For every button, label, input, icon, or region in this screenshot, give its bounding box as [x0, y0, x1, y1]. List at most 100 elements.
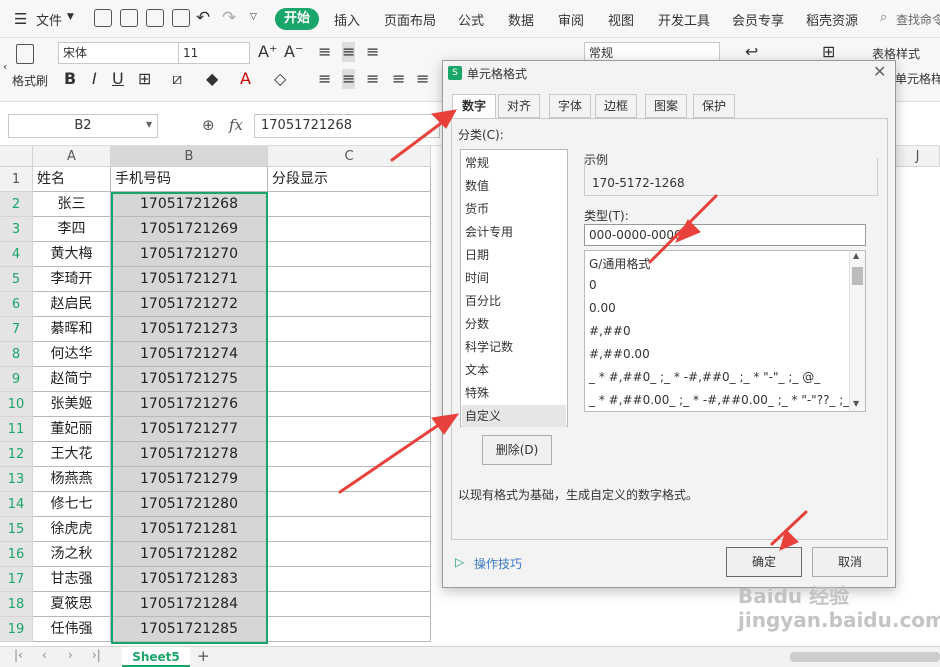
- cell-segment[interactable]: [268, 267, 431, 292]
- underline-icon[interactable]: U: [112, 69, 124, 89]
- tab-border[interactable]: 边框: [595, 94, 637, 118]
- cell-header-segment[interactable]: 分段显示: [268, 167, 431, 192]
- cell-header-name[interactable]: 姓名: [33, 167, 111, 192]
- cell-name[interactable]: 夏筱思: [33, 592, 111, 617]
- undo-icon[interactable]: ↶: [196, 8, 210, 28]
- export-pdf-icon[interactable]: [120, 9, 138, 27]
- file-menu[interactable]: 文件: [36, 10, 62, 29]
- cell-style-label[interactable]: 单元格样: [895, 70, 940, 87]
- category-item[interactable]: 自定义: [462, 405, 566, 427]
- row-header[interactable]: 6: [0, 292, 33, 317]
- cell-segment[interactable]: [268, 617, 431, 642]
- font-name-select[interactable]: 宋体: [58, 42, 180, 64]
- print-preview-icon[interactable]: [172, 9, 190, 27]
- ok-button[interactable]: 确定: [726, 547, 802, 577]
- tab-review[interactable]: 审阅: [558, 10, 584, 29]
- cell-name[interactable]: 汤之秋: [33, 542, 111, 567]
- row-header[interactable]: 15: [0, 517, 33, 542]
- row-header[interactable]: 10: [0, 392, 33, 417]
- tab-page-layout[interactable]: 页面布局: [384, 10, 436, 29]
- row-header[interactable]: 11: [0, 417, 33, 442]
- format-type-item[interactable]: _ * #,##0.00_ ;_ * -#,##0.00_ ;_ * "-"??…: [589, 393, 865, 407]
- chevron-down-icon[interactable]: ▼: [146, 120, 152, 129]
- cell-segment[interactable]: [268, 417, 431, 442]
- category-item[interactable]: 分数: [465, 313, 489, 335]
- cell-name[interactable]: 李四: [33, 217, 111, 242]
- row-header[interactable]: 13: [0, 467, 33, 492]
- cell-name[interactable]: 綦晖和: [33, 317, 111, 342]
- column-header-c[interactable]: C: [268, 146, 431, 167]
- cell-name[interactable]: 张美姬: [33, 392, 111, 417]
- more-icon[interactable]: ▽: [250, 12, 257, 22]
- format-painter-label[interactable]: 格式刷: [12, 72, 48, 89]
- tab-alignment[interactable]: 对齐: [498, 94, 540, 118]
- category-item[interactable]: 特殊: [465, 382, 489, 404]
- paste-icon[interactable]: [16, 44, 34, 64]
- row-header[interactable]: 16: [0, 542, 33, 567]
- align-right-icon[interactable]: ≡: [366, 69, 379, 89]
- cell-phone[interactable]: 17051721285: [111, 617, 268, 642]
- cell-phone[interactable]: 17051721270: [111, 242, 268, 267]
- category-list[interactable]: 常规 数值 货币 会计专用 日期 时间 百分比 分数 科学记数 文本 特殊 自定义: [460, 149, 568, 427]
- align-bottom-icon[interactable]: ≡: [366, 42, 379, 62]
- cell-segment[interactable]: [268, 542, 431, 567]
- cell-name[interactable]: 徐虎虎: [33, 517, 111, 542]
- align-center-icon[interactable]: ≡: [342, 69, 356, 89]
- row-header[interactable]: 9: [0, 367, 33, 392]
- select-all-corner[interactable]: [0, 146, 33, 167]
- italic-icon[interactable]: I: [92, 69, 97, 89]
- name-box[interactable]: B2: [8, 114, 158, 138]
- row-header[interactable]: 14: [0, 492, 33, 517]
- cell-name[interactable]: 修七七: [33, 492, 111, 517]
- cell-phone[interactable]: 17051721282: [111, 542, 268, 567]
- sheet-tab[interactable]: Sheet5: [122, 647, 190, 667]
- cell-segment[interactable]: [268, 242, 431, 267]
- scroll-up-icon[interactable]: ▲: [853, 251, 859, 260]
- redo-icon[interactable]: ↷: [222, 8, 236, 28]
- category-item[interactable]: 百分比: [465, 290, 501, 312]
- cell-segment[interactable]: [268, 492, 431, 517]
- format-type-item[interactable]: G/通用格式: [589, 255, 650, 272]
- row-header[interactable]: 12: [0, 442, 33, 467]
- cell-segment[interactable]: [268, 317, 431, 342]
- distributed-icon[interactable]: ≡: [416, 69, 429, 89]
- column-header-j[interactable]: J: [896, 146, 940, 167]
- cell-phone[interactable]: 17051721281: [111, 517, 268, 542]
- format-type-item[interactable]: 0: [589, 278, 597, 292]
- increase-font-icon[interactable]: A⁺: [258, 42, 277, 62]
- cell-name[interactable]: 董妃丽: [33, 417, 111, 442]
- format-type-item[interactable]: #,##0: [589, 324, 631, 338]
- scroll-down-icon[interactable]: ▼: [853, 399, 859, 408]
- tab-member[interactable]: 会员专享: [732, 10, 784, 29]
- cell-phone[interactable]: 17051721274: [111, 342, 268, 367]
- category-item[interactable]: 科学记数: [465, 336, 513, 358]
- row-header[interactable]: 4: [0, 242, 33, 267]
- save-icon[interactable]: [94, 9, 112, 27]
- add-sheet-icon[interactable]: +: [197, 647, 210, 665]
- tips-icon[interactable]: ▷: [455, 555, 464, 569]
- decrease-font-icon[interactable]: A⁻: [284, 42, 303, 62]
- cell-name[interactable]: 杨燕燕: [33, 467, 111, 492]
- formula-input[interactable]: 17051721268: [254, 114, 440, 138]
- type-input[interactable]: 000-0000-0000: [584, 224, 866, 246]
- clear-icon[interactable]: ◇: [274, 69, 286, 89]
- cell-segment[interactable]: [268, 442, 431, 467]
- chevron-left-icon[interactable]: ‹: [3, 60, 7, 73]
- tab-font[interactable]: 字体: [549, 94, 591, 118]
- hamburger-icon[interactable]: ☰: [14, 10, 27, 28]
- cell-segment[interactable]: [268, 567, 431, 592]
- cancel-button[interactable]: 取消: [812, 547, 888, 577]
- align-left-icon[interactable]: ≡: [318, 69, 331, 89]
- tab-protection[interactable]: 保护: [693, 94, 735, 118]
- cell-phone[interactable]: 17051721269: [111, 217, 268, 242]
- cell-name[interactable]: 张三: [33, 192, 111, 217]
- tab-pattern[interactable]: 图案: [645, 94, 687, 118]
- category-item[interactable]: 数值: [465, 175, 489, 197]
- cell-phone[interactable]: 17051721278: [111, 442, 268, 467]
- cell-segment[interactable]: [268, 517, 431, 542]
- fx-icon[interactable]: fx: [229, 116, 243, 134]
- category-item[interactable]: 日期: [465, 244, 489, 266]
- scroll-thumb[interactable]: [852, 267, 863, 285]
- cell-name[interactable]: 赵简宁: [33, 367, 111, 392]
- tab-formula[interactable]: 公式: [458, 10, 484, 29]
